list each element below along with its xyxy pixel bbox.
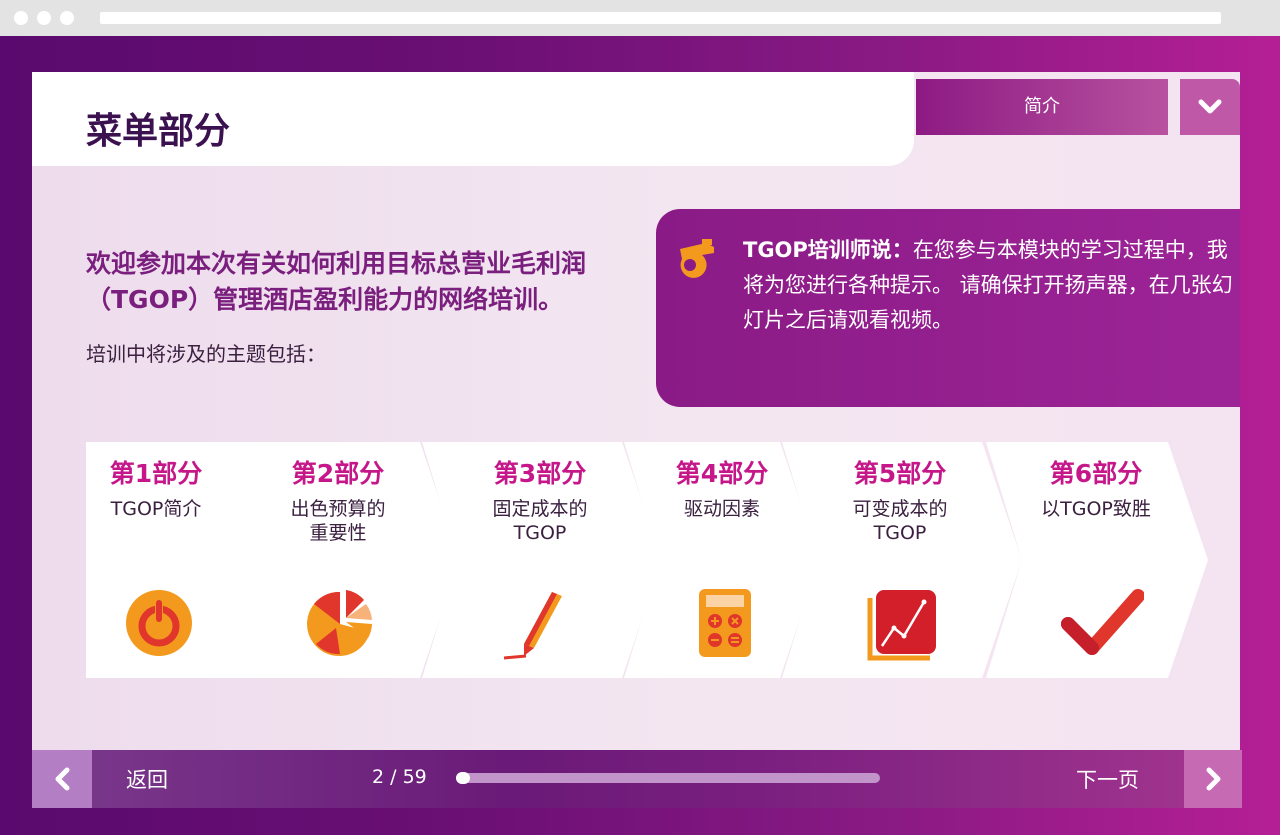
page-title: 菜单部分 xyxy=(86,111,231,152)
section-5-title-line2: TGOP xyxy=(873,522,927,544)
section-5-card[interactable]: 第5部分 可变成本的 TGOP xyxy=(782,442,1022,678)
window-dot xyxy=(14,11,28,25)
trainer-message: TGOP培训师说：在您参与本模块的学习过程中，我将为您进行各种提示。 请确保打开… xyxy=(743,233,1233,338)
section-5-title: 可变成本的 TGOP xyxy=(800,497,1000,545)
section-5-title-line1: 可变成本的 xyxy=(852,498,948,520)
section-3-card[interactable]: 第3部分 固定成本的 TGOP xyxy=(422,442,662,678)
section-4-heading: 第4部分 xyxy=(675,459,769,488)
topics-label: 培训中将涉及的主题包括： xyxy=(86,342,326,366)
section-1-heading: 第1部分 xyxy=(109,459,203,488)
section-6-heading: 第6部分 xyxy=(1049,459,1143,488)
whistle-icon xyxy=(680,239,714,278)
checkmark-icon xyxy=(1061,589,1144,655)
section-3-title-line2: TGOP xyxy=(513,522,567,544)
section-5-heading: 第5部分 xyxy=(853,459,947,488)
slide-panel: 菜单部分 简介 欢迎参加本次有关如何利用目标总营业毛利润（TGOP）管理酒店盈利… xyxy=(32,72,1240,787)
calculator-icon xyxy=(699,589,751,657)
navigation-bar: 返回 2 / 59 下一页 xyxy=(32,750,1242,808)
progress-bar[interactable] xyxy=(456,772,880,784)
intro-heading: 欢迎参加本次有关如何利用目标总营业毛利润（TGOP）管理酒店盈利能力的网络培训。 xyxy=(86,249,587,314)
next-label[interactable]: 下一页 xyxy=(1076,764,1139,794)
course-stage: 菜单部分 简介 欢迎参加本次有关如何利用目标总营业毛利润（TGOP）管理酒店盈利… xyxy=(0,36,1280,835)
chevron-left-icon xyxy=(55,767,70,791)
section-1-title: TGOP简介 xyxy=(86,497,226,521)
title-box: 菜单部分 xyxy=(32,72,914,166)
line-chart-icon xyxy=(867,590,936,661)
section-6-title: 以TGOP致胜 xyxy=(1006,497,1186,521)
menu-button[interactable]: 简介 xyxy=(916,79,1168,135)
trainer-tip-box: TGOP培训师说：在您参与本模块的学习过程中，我将为您进行各种提示。 请确保打开… xyxy=(656,209,1240,407)
next-arrow-button[interactable] xyxy=(1184,750,1242,808)
pie-chart-icon xyxy=(307,590,372,656)
pen-icon xyxy=(503,592,562,660)
window-dot xyxy=(60,11,74,25)
progress-fill xyxy=(456,772,471,784)
chevron-down-icon xyxy=(1198,99,1222,114)
page-indicator: 2 / 59 xyxy=(372,766,427,788)
power-icon xyxy=(126,590,192,656)
back-arrow-button[interactable] xyxy=(32,750,92,808)
chevron-right-icon xyxy=(1206,767,1221,791)
browser-chrome xyxy=(0,0,1280,36)
section-6-title-line1: 以TGOP致胜 xyxy=(1041,498,1151,520)
section-3-heading: 第3部分 xyxy=(493,459,587,488)
section-2-title: 出色预算的 重要性 xyxy=(238,497,438,545)
section-3-title: 固定成本的 TGOP xyxy=(440,497,640,545)
section-1-title-line1: TGOP简介 xyxy=(110,498,202,520)
section-2-heading: 第2部分 xyxy=(291,459,385,488)
back-label[interactable]: 返回 xyxy=(126,764,168,794)
address-bar[interactable] xyxy=(100,12,1221,24)
section-4-title-line1: 驱动因素 xyxy=(683,498,760,520)
section-3-title-line1: 固定成本的 xyxy=(492,498,588,520)
window-dot xyxy=(37,11,51,25)
section-2-card[interactable]: 第2部分 出色预算的 重要性 xyxy=(220,442,460,678)
section-2-title-line1: 出色预算的 xyxy=(290,498,386,520)
dropdown-button[interactable] xyxy=(1180,79,1240,135)
section-4-title: 驱动因素 xyxy=(632,497,812,521)
trainer-label: TGOP培训师说： xyxy=(743,238,913,262)
section-2-title-line2: 重要性 xyxy=(309,522,367,544)
